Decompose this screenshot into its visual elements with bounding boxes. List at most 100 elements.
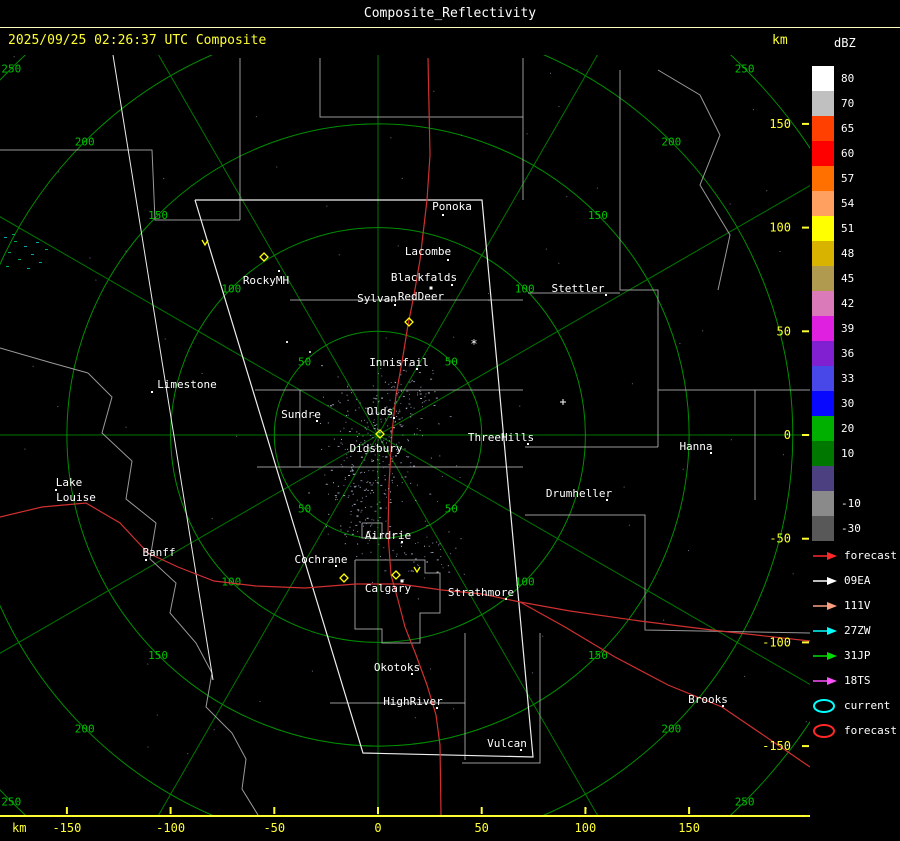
radar-echo (414, 558, 417, 560)
radar-echo (311, 670, 313, 672)
terrain-speck (6, 266, 9, 267)
radar-echo (347, 399, 349, 401)
radar-echo (385, 419, 387, 421)
radar-echo (392, 427, 395, 429)
radar-echo (407, 438, 409, 440)
radar-echo (782, 454, 784, 456)
highway-line (0, 502, 811, 642)
city-marker (451, 284, 453, 286)
legend-arrow-icon (813, 676, 837, 685)
bottom-axis: km -150 -100 -50 0 50 100 150 (0, 815, 810, 841)
radar-map[interactable]: 5050505010010010010015015015015020020020… (0, 0, 900, 841)
colorbar-swatch (812, 441, 834, 466)
legend-label: current (844, 699, 891, 712)
radar-echo (459, 477, 461, 479)
radar-echo (377, 477, 379, 479)
radar-echo (368, 470, 370, 472)
radar-echo (359, 472, 361, 474)
radar-echo (355, 524, 358, 526)
radar-echo (13, 56, 15, 58)
radar-echo (373, 519, 375, 521)
radar-echo (453, 708, 455, 710)
radar-echo (367, 480, 369, 482)
radar-echo (423, 545, 425, 547)
radar-echo (352, 465, 354, 467)
radar-echo (418, 372, 421, 374)
radar-echo (364, 471, 366, 473)
plus-marker (560, 399, 566, 405)
radar-echo (400, 426, 403, 428)
radar-echo (385, 466, 387, 468)
asterisk-marker: * (470, 337, 477, 351)
colorbar-swatch (812, 291, 834, 316)
colorbar-title: dBZ (834, 36, 856, 50)
range-ring-label: 200 (75, 722, 95, 735)
radar-echo (364, 459, 366, 461)
colorbar-swatch (812, 491, 834, 516)
radar-echo (353, 486, 356, 488)
radar-echo (366, 422, 368, 424)
radar-echo (377, 471, 379, 473)
legend-item: 18TS (812, 668, 897, 693)
city-label: Innisfail (369, 356, 429, 369)
radar-echo (353, 529, 355, 531)
radar-plot[interactable]: 50 50 50 50 100 100 100 100 150 150 150 150 200 200 20… (0, 0, 900, 841)
city-marker (393, 417, 395, 419)
radar-echo (355, 409, 357, 411)
radar-coverage-line (112, 54, 214, 681)
radar-echo (730, 439, 732, 441)
radar-echo (390, 499, 392, 501)
timestamp: 2025/09/25 02:26:37 UTC Composite (8, 33, 267, 48)
radar-echo (346, 536, 348, 538)
radar-echo (345, 421, 347, 423)
radar-echo (346, 454, 348, 456)
legend-label: 18TS (844, 674, 871, 687)
colorbar-value: -30 (841, 522, 861, 535)
radar-echo (779, 250, 781, 252)
colorbar-entry: 51 (812, 216, 861, 241)
radar-echo (402, 424, 404, 426)
radar-echo (373, 460, 375, 462)
radar-echo (409, 465, 411, 467)
radar-echo (341, 438, 343, 440)
radar-echo (365, 519, 367, 521)
radar-echo (361, 497, 363, 499)
radar-echo (392, 456, 394, 458)
bottom-axis-label: -100 (156, 821, 186, 835)
radar-echo (531, 672, 533, 674)
radar-echo (423, 577, 425, 579)
radar-echo (542, 635, 544, 637)
radar-echo (394, 386, 396, 388)
range-ring-label: 200 (75, 136, 95, 149)
radar-echo (488, 300, 490, 302)
radar-echo (410, 413, 412, 415)
radar-echo (387, 393, 389, 395)
radar-echo (373, 397, 376, 399)
radar-echo (416, 484, 418, 486)
radar-echo (430, 552, 432, 554)
radar-echo (366, 523, 368, 525)
radar-echo (390, 137, 392, 139)
radar-echo (449, 416, 452, 418)
radar-echo (448, 531, 450, 533)
radar-echo (360, 511, 362, 513)
radar-echo (351, 533, 354, 535)
radar-echo (361, 509, 363, 511)
radar-echo (460, 538, 462, 540)
radar-echo (399, 424, 402, 426)
radar-echo (276, 166, 278, 168)
radar-echo (95, 279, 97, 281)
radar-echo (211, 518, 213, 520)
range-ring-label: 50 (445, 356, 458, 369)
radar-echo (370, 434, 372, 436)
radar-echo (396, 392, 398, 394)
radar-echo (58, 171, 60, 173)
radar-echo (370, 551, 372, 553)
radar-echo (440, 548, 442, 550)
radar-echo (377, 373, 379, 375)
radar-echo (379, 501, 381, 503)
radar-echo (392, 549, 394, 551)
radar-echo (519, 405, 521, 407)
radar-echo (389, 491, 391, 493)
radar-echo (386, 496, 388, 498)
